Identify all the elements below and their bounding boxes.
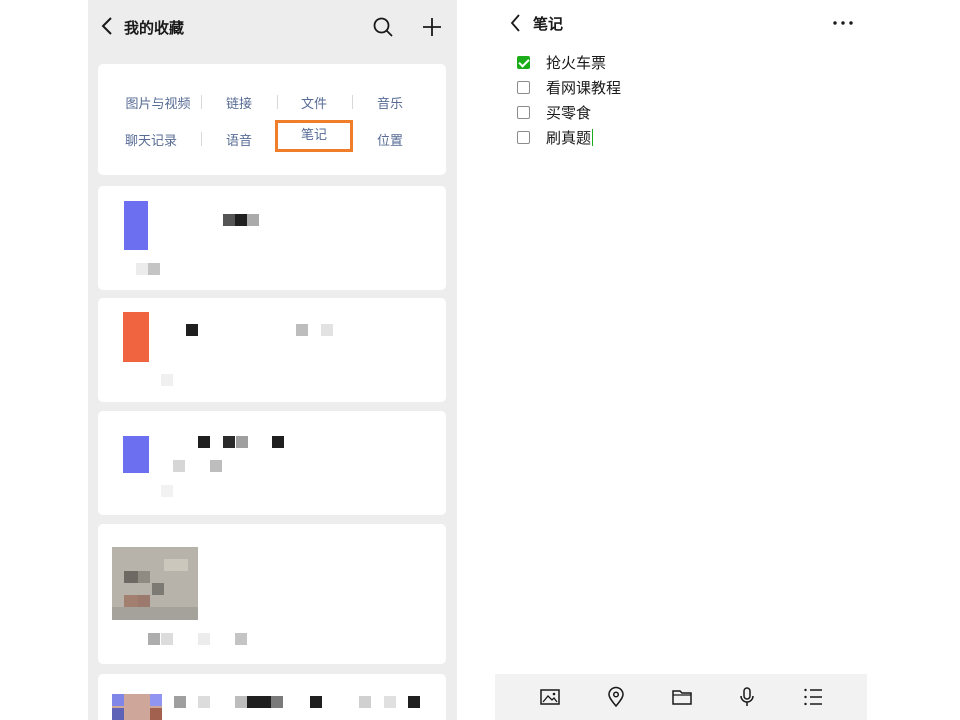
checkbox[interactable] [517,105,530,119]
category-chat-history[interactable]: 聊天记录 [111,130,191,149]
list-icon[interactable] [802,686,824,708]
folder-icon[interactable] [671,686,693,708]
blurred-text [321,324,333,336]
blurred-text [198,436,210,448]
category-images-videos[interactable]: 图片与视频 [118,93,198,112]
category-location[interactable]: 位置 [350,130,430,149]
todo-text[interactable]: 买零食 [546,102,591,123]
blurred-text [247,696,271,708]
blurred-text [359,696,371,708]
favorite-item[interactable] [98,186,446,290]
blurred-text [235,696,247,708]
blurred-text [223,436,235,448]
category-music[interactable]: 音乐 [350,93,430,112]
thumbnail [112,547,198,620]
blurred-text [161,633,173,645]
todo-text[interactable]: 刷真题 [546,127,591,148]
blurred-text [310,696,322,708]
blurred-text [198,696,210,708]
blurred-text [148,633,160,645]
back-icon[interactable] [98,14,118,38]
blurred-text [236,436,248,448]
category-files[interactable]: 文件 [274,93,354,112]
blurred-text [174,696,186,708]
page-title: 笔记 [533,15,564,33]
favorite-item[interactable] [98,298,446,402]
category-voice[interactable]: 语音 [199,130,279,149]
todo-text[interactable]: 抢火车票 [546,52,606,73]
add-icon[interactable] [421,16,443,38]
category-grid: 图片与视频 链接 文件 音乐 聊天记录 语音 笔记 位置 [98,64,446,175]
blurred-text [186,324,198,336]
note-toolbar [495,674,867,720]
favorite-item[interactable] [98,674,446,720]
category-links[interactable]: 链接 [199,93,279,112]
blurred-text [161,374,173,386]
thumbnail [124,201,148,250]
todo-item: 看网课教程 [517,76,621,98]
blurred-text [173,460,185,472]
microphone-icon[interactable] [736,686,758,708]
favorites-panel: 我的收藏 图片与视频 链接 文件 音乐 聊天记录 语音 笔记 位置 [88,0,457,720]
search-icon[interactable] [372,16,394,38]
checkbox-checked[interactable] [517,55,530,69]
note-panel: 笔记 抢火车票 看网课教程 买零食 刷真题 [495,0,867,720]
category-notes[interactable]: 笔记 [275,120,353,152]
blurred-text [136,263,148,275]
favorite-item[interactable] [98,411,446,515]
blurred-text [272,436,284,448]
blurred-text [198,633,210,645]
thumbnail [123,436,149,473]
blurred-text [210,460,222,472]
blurred-text [408,696,420,708]
todo-text[interactable]: 看网课教程 [546,77,621,98]
blurred-text [247,214,259,226]
blurred-text [296,324,308,336]
todo-item: 买零食 [517,101,591,123]
blurred-text [161,485,173,497]
text-cursor [592,128,594,146]
todo-item: 刷真题 [517,126,594,148]
checkbox[interactable] [517,80,530,94]
more-icon[interactable] [831,13,855,33]
blurred-text [271,696,283,708]
blurred-text [223,214,235,226]
thumbnail [112,694,162,720]
image-icon[interactable] [539,686,561,708]
thumbnail [123,312,149,362]
checkbox[interactable] [517,130,530,144]
favorite-item[interactable] [98,524,446,664]
location-icon[interactable] [605,686,627,708]
back-icon[interactable] [507,12,525,34]
blurred-text [235,214,247,226]
blurred-text [235,633,247,645]
blurred-text [384,696,396,708]
favorites-header: 我的收藏 [88,0,457,50]
page-title: 我的收藏 [124,19,185,37]
blurred-text [148,263,160,275]
todo-item: 抢火车票 [517,51,606,73]
